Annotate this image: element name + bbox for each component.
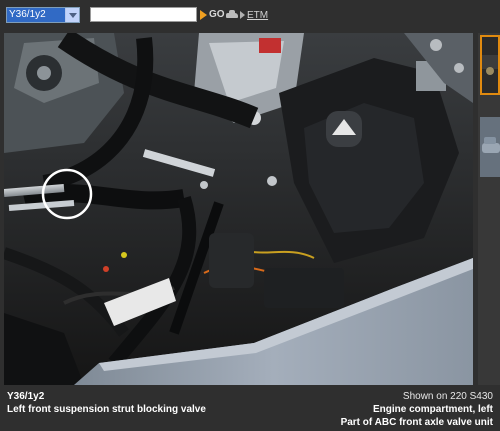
toolbar: Y36/1y2 GO ETM xyxy=(0,0,500,28)
component-part-of: Part of ABC front axle valve unit xyxy=(340,417,493,428)
search-input[interactable] xyxy=(90,7,197,22)
chevron-down-icon[interactable] xyxy=(65,8,79,22)
engine-compartment-photo xyxy=(4,33,473,385)
component-code: Y36/1y2 xyxy=(7,391,45,402)
go-button[interactable]: GO xyxy=(200,8,239,22)
thumbnail-vehicle-view[interactable] xyxy=(480,117,500,177)
thumbnail-engine-view[interactable] xyxy=(480,35,500,95)
etm-link[interactable]: ETM xyxy=(240,8,268,22)
component-location: Engine compartment, left xyxy=(372,404,493,415)
component-photo xyxy=(4,33,473,385)
etm-label: ETM xyxy=(247,9,269,21)
car-icon xyxy=(225,10,239,20)
component-name: Left front suspension strut blocking val… xyxy=(7,404,206,415)
thumbnail-strip xyxy=(478,33,500,385)
go-label: GO xyxy=(209,9,225,20)
component-caption: Y36/1y2 Left front suspension strut bloc… xyxy=(0,388,500,431)
arrow-right-icon xyxy=(240,11,245,19)
shown-on-model: Shown on 220 S430 xyxy=(402,391,493,402)
orange-arrow-icon xyxy=(200,10,207,20)
component-select[interactable]: Y36/1y2 xyxy=(6,7,80,23)
component-locator-window: Y36/1y2 GO ETM Y36/1y2 Left front suspen… xyxy=(0,0,500,431)
component-select-value: Y36/1y2 xyxy=(7,8,66,22)
